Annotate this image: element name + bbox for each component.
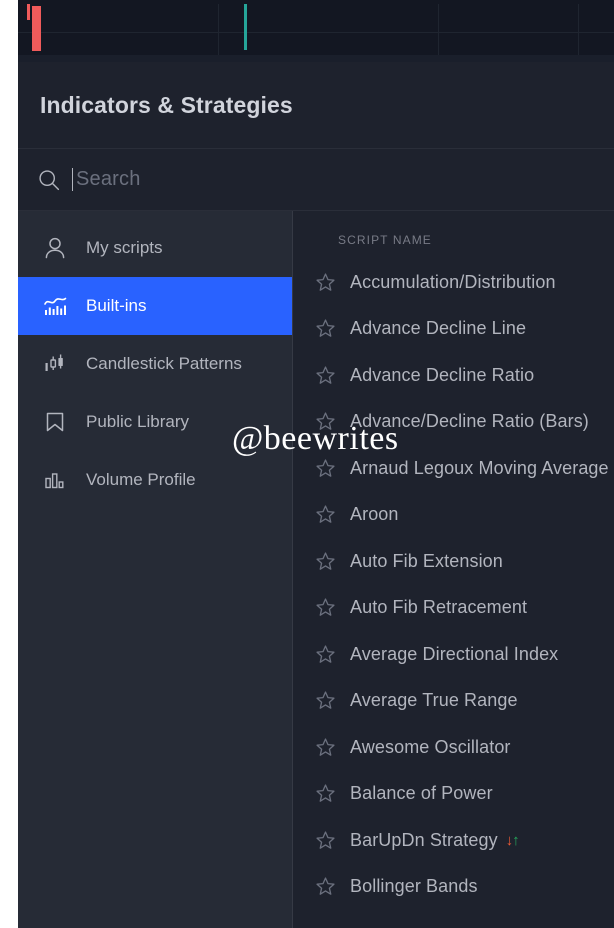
script-name: Average True Range [350, 690, 518, 711]
star-icon[interactable] [315, 504, 336, 525]
sidebar-item-built-ins[interactable]: Built-ins [18, 277, 292, 335]
star-icon[interactable] [315, 597, 336, 618]
sidebar-item-label: Public Library [86, 412, 189, 431]
script-name: Advance/Decline Ratio (Bars) [350, 411, 589, 432]
star-icon[interactable] [315, 644, 336, 665]
chart-time-axis [18, 55, 614, 62]
script-list-row[interactable]: Aroon [315, 492, 614, 539]
star-icon[interactable] [315, 551, 336, 572]
line-chart-icon [40, 291, 70, 321]
script-list-pane: SCRIPT NAME Accumulation/Distribution Ad… [293, 211, 614, 928]
chart-left-gutter [0, 0, 18, 62]
star-icon[interactable] [315, 783, 336, 804]
chart-gridline-vertical [578, 4, 579, 58]
script-list-row[interactable]: Advance Decline Ratio [315, 352, 614, 399]
star-icon[interactable] [315, 411, 336, 432]
script-list-row[interactable]: Awesome Oscillator [315, 724, 614, 771]
script-name: Balance of Power [350, 783, 493, 804]
script-list-row[interactable]: BarUpDn Strategy ↓↑ [315, 817, 614, 864]
search-icon [38, 169, 60, 191]
chart-plot-area [18, 4, 614, 58]
star-icon[interactable] [315, 318, 336, 339]
script-list-row[interactable]: Bollinger Bands [315, 864, 614, 911]
sidebar-item-label: Candlestick Patterns [86, 354, 242, 373]
script-name: Awesome Oscillator [350, 736, 511, 757]
script-name: Arnaud Legoux Moving Average [350, 457, 609, 478]
dialog-header: Indicators & Strategies [18, 62, 614, 149]
star-icon[interactable] [315, 876, 336, 897]
script-list-row[interactable]: Average Directional Index [315, 631, 614, 678]
search-row[interactable]: Search [18, 149, 614, 211]
script-name: Auto Fib Retracement [350, 597, 528, 618]
script-list-row[interactable]: Average True Range [315, 678, 614, 725]
sidebar-item-label: Built-ins [86, 296, 147, 315]
star-icon[interactable] [315, 272, 336, 293]
script-name: Bollinger Bands [350, 876, 478, 897]
star-icon[interactable] [315, 737, 336, 758]
script-name: Advance Decline Line [350, 318, 527, 339]
script-name: Accumulation/Distribution [350, 271, 556, 292]
search-input-wrap[interactable]: Search [72, 149, 594, 210]
sidebar-item-volume-profile[interactable]: Volume Profile [18, 451, 292, 509]
sidebar: My scripts Built-ins Candlestick Pattern… [18, 211, 293, 928]
person-icon [40, 233, 70, 263]
star-icon[interactable] [315, 690, 336, 711]
script-name: Average Directional Index [350, 643, 559, 664]
dialog-body: My scripts Built-ins Candlestick Pattern… [18, 211, 614, 928]
script-name: Aroon [350, 504, 399, 525]
bar-chart-icon [40, 465, 70, 495]
script-name: Auto Fib Extension [350, 550, 503, 571]
sidebar-item-label: Volume Profile [86, 470, 196, 489]
chart-gridline-horizontal [18, 32, 614, 33]
star-icon[interactable] [315, 458, 336, 479]
dialog-title: Indicators & Strategies [40, 91, 293, 118]
script-list-row[interactable]: Accumulation/Distribution [315, 259, 614, 306]
star-icon[interactable] [315, 830, 336, 851]
script-list-row[interactable]: Auto Fib Extension [315, 538, 614, 585]
chart-backdrop [0, 0, 614, 62]
arrow-up-icon: ↑ [512, 831, 519, 849]
column-header-script-name: SCRIPT NAME [338, 233, 432, 247]
candlestick-icon [40, 349, 70, 379]
script-list-row[interactable]: Advance Decline Line [315, 306, 614, 353]
candle-bearish [32, 6, 41, 51]
sidebar-item-my-scripts[interactable]: My scripts [18, 219, 292, 277]
candle-bearish [27, 4, 30, 20]
chart-gridline-vertical [438, 4, 439, 58]
script-name: Advance Decline Ratio [350, 364, 535, 385]
script-list-row[interactable]: Arnaud Legoux Moving Average [315, 445, 614, 492]
sidebar-item-label: My scripts [86, 238, 163, 257]
text-caret [72, 168, 73, 191]
script-list-header: SCRIPT NAME [315, 211, 614, 259]
script-list-row[interactable]: Balance of Power [315, 771, 614, 818]
chart-gridline-vertical [218, 4, 219, 58]
script-list-row[interactable]: Advance/Decline Ratio (Bars) [315, 399, 614, 446]
sidebar-item-public-library[interactable]: Public Library [18, 393, 292, 451]
indicators-dialog-screen: Indicators & Strategies Search My script… [0, 0, 614, 928]
indicators-strategies-dialog: Indicators & Strategies Search My script… [18, 62, 614, 928]
strategy-arrows: ↓↑ [506, 831, 520, 849]
script-name: BarUpDn Strategy [350, 829, 498, 850]
search-input[interactable]: Search [76, 168, 141, 191]
star-icon[interactable] [315, 365, 336, 386]
script-list-row[interactable]: Auto Fib Retracement [315, 585, 614, 632]
bookmark-icon [40, 407, 70, 437]
sidebar-item-candlestick-patterns[interactable]: Candlestick Patterns [18, 335, 292, 393]
candle-bullish [244, 4, 247, 50]
